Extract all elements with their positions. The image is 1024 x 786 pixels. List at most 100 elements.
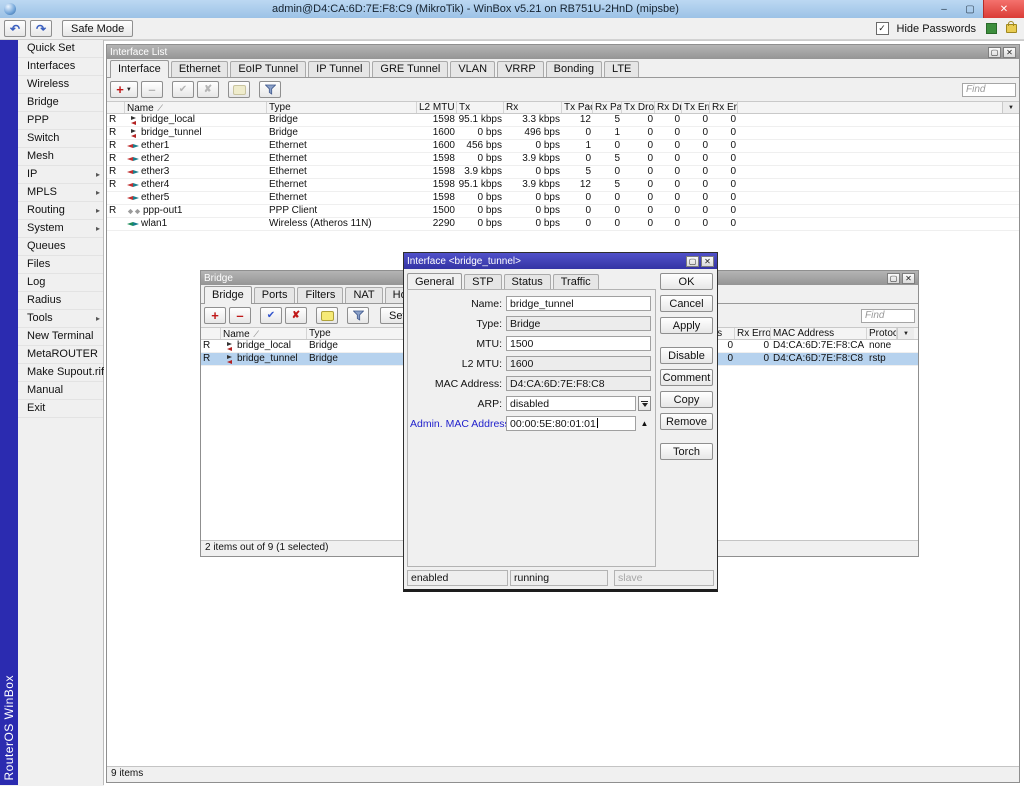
filter-button[interactable] <box>259 81 281 98</box>
sidebar-item-ip[interactable]: IP▸ <box>18 166 103 184</box>
undo-button[interactable]: ↶ <box>4 20 26 37</box>
tab-filters[interactable]: Filters <box>297 287 343 303</box>
sidebar-item-files[interactable]: Files <box>18 256 103 274</box>
tab-nat[interactable]: NAT <box>345 287 382 303</box>
tab-gre-tunnel[interactable]: GRE Tunnel <box>372 61 448 77</box>
column-name[interactable]: Name⁄ <box>221 328 307 339</box>
sidebar-item-routing[interactable]: Routing▸ <box>18 202 103 220</box>
sidebar-item-quick-set[interactable]: Quick Set <box>18 40 103 58</box>
column-rx[interactable]: Rx <box>504 102 562 113</box>
arp-dropdown-button[interactable] <box>638 396 651 411</box>
table-row[interactable]: R ether3 Ethernet 1598 3.9 kbps 0 bps 5 … <box>107 166 1019 179</box>
name-input[interactable]: bridge_tunnel <box>506 296 651 311</box>
tab-interface[interactable]: Interface <box>110 60 169 78</box>
column-tx[interactable]: Tx <box>457 102 504 113</box>
sidebar-item-manual[interactable]: Manual <box>18 382 103 400</box>
tab-bonding[interactable]: Bonding <box>546 61 602 77</box>
sidebar-item-queues[interactable]: Queues <box>18 238 103 256</box>
mtu-input[interactable]: 1500 <box>506 336 651 351</box>
disable-button[interactable]: ✘ <box>285 307 307 324</box>
tab-stp[interactable]: STP <box>464 274 501 290</box>
disable-button[interactable]: Disable <box>660 347 713 364</box>
tab-bridge[interactable]: Bridge <box>204 286 252 304</box>
comment-button[interactable] <box>316 307 338 324</box>
tab-eoip-tunnel[interactable]: EoIP Tunnel <box>230 61 306 77</box>
table-row[interactable]: ether5 Ethernet 1598 0 bps 0 bps 0 0 0 0… <box>107 192 1019 205</box>
column-menu-icon[interactable]: ▼ <box>897 328 914 339</box>
close-icon[interactable]: ✕ <box>1003 47 1016 58</box>
remove-button[interactable]: – <box>229 307 251 324</box>
column-rx-errors[interactable]: Rx Errors <box>710 102 738 113</box>
copy-button[interactable]: Copy <box>660 391 713 408</box>
remove-button[interactable]: – <box>141 81 163 98</box>
close-icon[interactable]: ✕ <box>701 256 714 267</box>
sidebar-item-ppp[interactable]: PPP <box>18 112 103 130</box>
tab-ip-tunnel[interactable]: IP Tunnel <box>308 61 370 77</box>
column-mac-address[interactable]: MAC Address <box>771 328 867 339</box>
tab-vrrp[interactable]: VRRP <box>497 61 544 77</box>
sidebar-item-new-terminal[interactable]: New Terminal <box>18 328 103 346</box>
tab-traffic[interactable]: Traffic <box>553 274 599 290</box>
sidebar-item-mesh[interactable]: Mesh <box>18 148 103 166</box>
comment-button[interactable] <box>228 81 250 98</box>
tab-ports[interactable]: Ports <box>254 287 296 303</box>
table-row[interactable]: R bridge_local Bridge 1598 95.1 kbps 3.3… <box>107 114 1019 127</box>
enable-button[interactable]: ✔ <box>172 81 194 98</box>
table-row[interactable]: R ether4 Ethernet 1598 95.1 kbps 3.9 kbp… <box>107 179 1019 192</box>
interface-list-titlebar[interactable]: Interface List ▢ ✕ <box>107 45 1019 59</box>
find-input[interactable] <box>861 309 915 323</box>
cancel-button[interactable]: Cancel <box>660 295 713 312</box>
column-tx-errors[interactable]: Tx Errors <box>682 102 710 113</box>
table-row[interactable]: wlan1 Wireless (Atheros 11N) 2290 0 bps … <box>107 218 1019 231</box>
column-flag[interactable] <box>201 328 221 339</box>
find-input[interactable] <box>962 83 1016 97</box>
unset-arrow-icon[interactable]: ▲ <box>638 419 651 428</box>
sidebar-item-switch[interactable]: Switch <box>18 130 103 148</box>
restore-icon[interactable]: ▢ <box>887 273 900 284</box>
close-icon[interactable]: ✕ <box>902 273 915 284</box>
restore-icon[interactable]: ▢ <box>686 256 699 267</box>
tab-ethernet[interactable]: Ethernet <box>171 61 229 77</box>
column-rx-packets[interactable]: Rx Pac... <box>593 102 622 113</box>
column-l2mtu[interactable]: L2 MTU <box>417 102 457 113</box>
sidebar-item-mpls[interactable]: MPLS▸ <box>18 184 103 202</box>
restore-icon[interactable]: ▢ <box>988 47 1001 58</box>
apply-button[interactable]: Apply <box>660 317 713 334</box>
sidebar-item-tools[interactable]: Tools▸ <box>18 310 103 328</box>
sidebar-item-interfaces[interactable]: Interfaces <box>18 58 103 76</box>
sidebar-item-make-supout[interactable]: Make Supout.rif <box>18 364 103 382</box>
sidebar-item-system[interactable]: System▸ <box>18 220 103 238</box>
admin-mac-input[interactable]: 00:00:5E:80:01:01 <box>506 416 636 431</box>
add-button[interactable]: +▼ <box>110 81 138 98</box>
column-rx-drops[interactable]: Rx Drops <box>655 102 682 113</box>
sidebar-item-wireless[interactable]: Wireless <box>18 76 103 94</box>
table-row[interactable]: R bridge_tunnel Bridge 1600 0 bps 496 bp… <box>107 127 1019 140</box>
dialog-titlebar[interactable]: Interface <bridge_tunnel> ▢ ✕ <box>404 253 717 269</box>
enable-button[interactable]: ✔ <box>260 307 282 324</box>
table-row[interactable]: R ppp-out1 PPP Client 1500 0 bps 0 bps 0… <box>107 205 1019 218</box>
disable-button[interactable]: ✘ <box>197 81 219 98</box>
sidebar-item-metarouter[interactable]: MetaROUTER <box>18 346 103 364</box>
tab-status[interactable]: Status <box>504 274 551 290</box>
column-type[interactable]: Type <box>267 102 417 113</box>
restore-button[interactable]: ▢ <box>957 0 983 18</box>
column-menu-icon[interactable]: ▼ <box>1002 102 1019 113</box>
arp-select[interactable]: disabled <box>506 396 636 411</box>
close-button[interactable]: ✕ <box>983 0 1024 18</box>
ok-button[interactable]: OK <box>660 273 713 290</box>
filter-button[interactable] <box>347 307 369 324</box>
sidebar-item-radius[interactable]: Radius <box>18 292 103 310</box>
redo-button[interactable]: ↷ <box>30 20 52 37</box>
column-flag[interactable] <box>107 102 125 113</box>
comment-button[interactable]: Comment <box>660 369 713 386</box>
tab-lte[interactable]: LTE <box>604 61 639 77</box>
add-button[interactable]: + <box>204 307 226 324</box>
table-row[interactable]: R ether2 Ethernet 1598 0 bps 3.9 kbps 0 … <box>107 153 1019 166</box>
sidebar-item-log[interactable]: Log <box>18 274 103 292</box>
minimize-button[interactable]: – <box>931 0 957 18</box>
column-tx-drops[interactable]: Tx Drops <box>622 102 655 113</box>
column-name[interactable]: Name⁄ <box>125 102 267 113</box>
column-protocol[interactable]: Protoco... <box>867 328 897 339</box>
table-row[interactable]: R ether1 Ethernet 1600 456 bps 0 bps 1 0… <box>107 140 1019 153</box>
hide-passwords-checkbox[interactable]: ✓ <box>876 22 889 35</box>
